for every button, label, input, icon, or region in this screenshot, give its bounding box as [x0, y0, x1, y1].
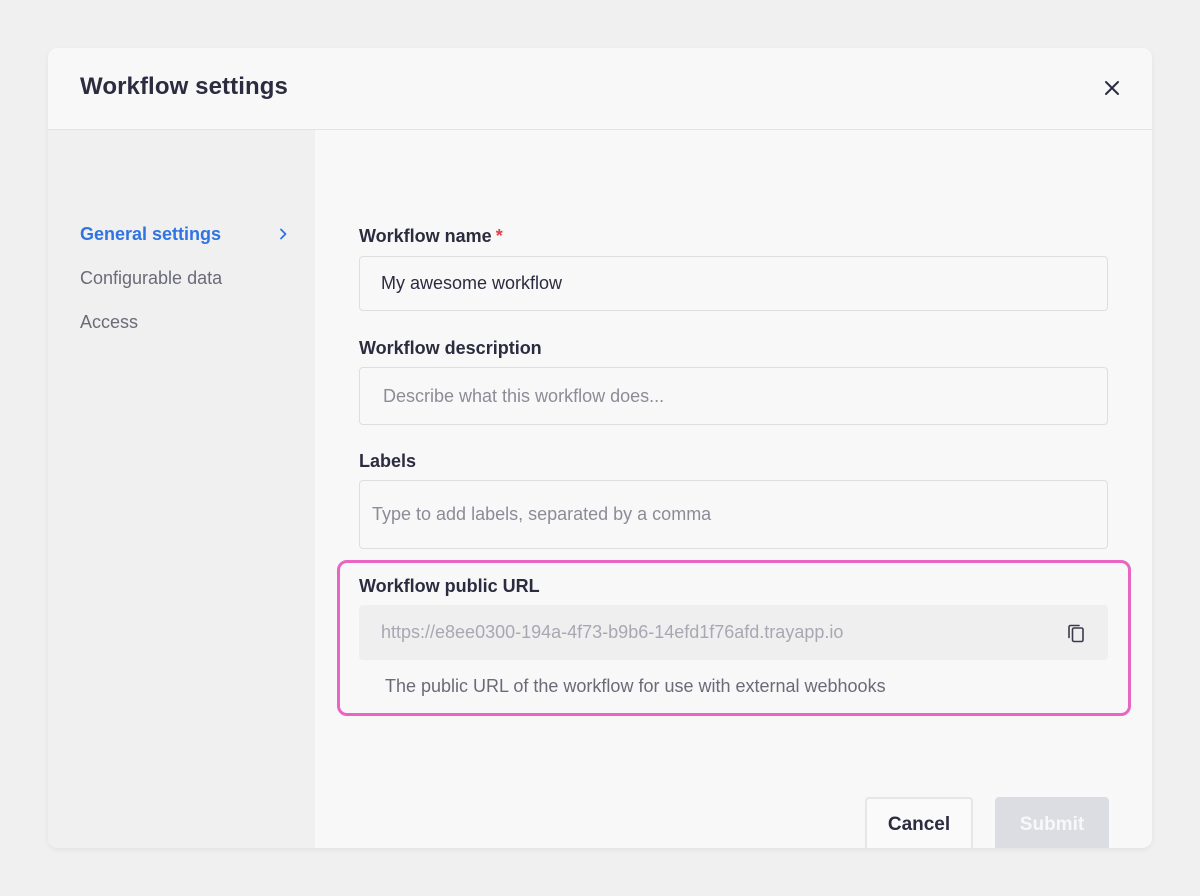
public-url-value: https://e8ee0300-194a-4f73-b9b6-14efd1f7…	[381, 622, 844, 642]
sidebar-item-label: Access	[80, 311, 139, 332]
sidebar-item-configurable-data[interactable]: Configurable data	[80, 264, 290, 292]
copy-url-button[interactable]	[1065, 621, 1087, 645]
workflow-description-label: Workflow description	[359, 338, 542, 358]
required-mark: *	[495, 226, 503, 246]
labels-placeholder: Type to add labels, separated by a comma	[372, 504, 712, 524]
workflow-name-label: Workflow name *	[359, 226, 503, 247]
submit-button[interactable]: Submit	[995, 797, 1109, 848]
public-url-label: Workflow public URL	[359, 576, 540, 596]
close-icon	[1105, 81, 1119, 95]
workflow-description-input[interactable]: Describe what this workflow does...	[359, 367, 1108, 425]
public-url-field[interactable]: https://e8ee0300-194a-4f73-b9b6-14efd1f7…	[359, 605, 1108, 660]
workflow-name-input[interactable]: My awesome workflow	[359, 256, 1108, 311]
modal-title: Workflow settings	[80, 73, 288, 100]
chevron-right-icon	[276, 227, 290, 241]
settings-content: Workflow name * My awesome workflow Workf…	[315, 130, 1152, 848]
labels-label: Labels	[359, 451, 417, 471]
workflow-name-value: My awesome workflow	[381, 273, 563, 293]
labels-input[interactable]: Type to add labels, separated by a comma	[359, 480, 1108, 549]
sidebar-item-access[interactable]: Access	[80, 308, 290, 336]
workflow-name-label-text: Workflow name	[359, 226, 492, 246]
workflow-description-placeholder: Describe what this workflow does...	[383, 385, 665, 406]
close-button[interactable]	[1100, 76, 1124, 100]
workflow-settings-modal: Workflow settings General settings Confi…	[48, 48, 1152, 848]
public-url-helper-text: The public URL of the workflow for use w…	[385, 676, 886, 696]
settings-sidebar: General settings Configurable data Acces…	[48, 130, 315, 848]
copy-icon	[1068, 624, 1084, 643]
modal-header: Workflow settings	[48, 48, 1152, 130]
sidebar-item-label: Configurable data	[80, 267, 223, 288]
sidebar-item-label: General settings	[80, 223, 222, 244]
cancel-button[interactable]: Cancel	[865, 797, 973, 848]
sidebar-item-general-settings[interactable]: General settings	[80, 220, 290, 248]
